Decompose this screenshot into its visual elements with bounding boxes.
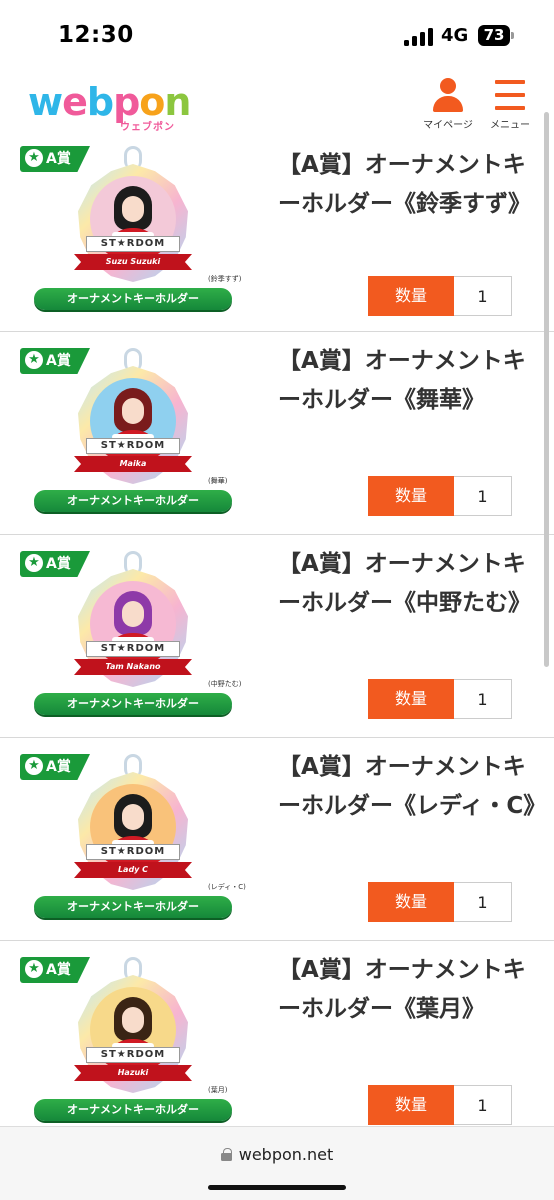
quantity-input[interactable]: [454, 276, 512, 316]
product-title[interactable]: 【A賞】オーナメントキーホルダー《中野たむ》: [278, 545, 540, 623]
quantity-input[interactable]: [454, 476, 512, 516]
star-icon: ★: [25, 351, 43, 369]
webpon-logo[interactable]: webpon: [28, 82, 191, 122]
product-title[interactable]: 【A賞】オーナメントキーホルダー《鈴季すず》: [278, 146, 540, 224]
battery-icon: 73: [478, 25, 510, 46]
quantity-input[interactable]: [454, 679, 512, 719]
product-type-pill: オーナメントキーホルダー: [34, 490, 232, 512]
image-caption: (鈴季すず): [208, 275, 242, 283]
name-ribbon: Tam Nakano: [74, 659, 192, 675]
prize-badge: ★ A賞: [20, 551, 90, 577]
quantity-control: 数量: [368, 276, 512, 316]
image-caption: (中野たむ): [208, 680, 242, 688]
product-item: ★ A賞 ST★RDOM Hazuki (葉月) オーナメントキーホルダー 【A賞…: [0, 941, 554, 1144]
signal-icon: [404, 28, 434, 46]
quantity-label: 数量: [368, 476, 454, 516]
product-type-pill: オーナメントキーホルダー: [34, 693, 232, 715]
stardom-logo: ST★RDOM: [86, 844, 180, 860]
star-icon: ★: [25, 149, 43, 167]
image-caption: (舞華): [208, 477, 228, 485]
product-title[interactable]: 【A賞】オーナメントキーホルダー《葉月》: [278, 951, 540, 1029]
stardom-logo: ST★RDOM: [86, 236, 180, 252]
mypage-button[interactable]: マイページ: [418, 78, 478, 131]
image-caption: (葉月): [208, 1086, 228, 1094]
quantity-label: 数量: [368, 679, 454, 719]
lock-icon: [220, 1148, 232, 1161]
user-icon: [431, 78, 465, 112]
product-image[interactable]: ★ A賞 ST★RDOM Lady C (レディ・C) オーナメントキーホルダー: [20, 754, 246, 924]
clock: 12:30: [58, 22, 134, 48]
star-icon: ★: [25, 757, 43, 775]
product-item: ★ A賞 ST★RDOM Tam Nakano (中野たむ) オーナメントキーホル…: [0, 535, 554, 738]
product-image[interactable]: ★ A賞 ST★RDOM Maika (舞華) オーナメントキーホルダー: [20, 348, 242, 518]
menu-label: メニュー: [490, 120, 530, 131]
url-text: webpon.net: [238, 1145, 334, 1164]
address-bar[interactable]: webpon.net: [0, 1126, 554, 1200]
product-title[interactable]: 【A賞】オーナメントキーホルダー《舞華》: [278, 342, 540, 420]
product-title[interactable]: 【A賞】オーナメントキーホルダー《レディ・C》: [278, 748, 546, 826]
hamburger-icon: [495, 78, 525, 112]
stardom-logo: ST★RDOM: [86, 641, 180, 657]
prize-badge: ★ A賞: [20, 146, 90, 172]
name-ribbon: Suzu Suzuki: [74, 254, 192, 270]
product-item: ★ A賞 ST★RDOM Suzu Suzuki (鈴季すず) オーナメントキーホ…: [0, 142, 554, 332]
stardom-logo: ST★RDOM: [86, 438, 180, 454]
product-item: ★ A賞 ST★RDOM Lady C (レディ・C) オーナメントキーホルダー …: [0, 738, 554, 941]
image-caption: (レディ・C): [208, 883, 246, 891]
scrollbar[interactable]: [544, 112, 549, 667]
quantity-control: 数量: [368, 882, 512, 922]
home-indicator[interactable]: [208, 1185, 346, 1190]
product-type-pill: オーナメントキーホルダー: [34, 1099, 232, 1121]
quantity-control: 数量: [368, 1085, 512, 1125]
prize-badge: ★ A賞: [20, 348, 90, 374]
name-ribbon: Hazuki: [74, 1065, 192, 1081]
quantity-label: 数量: [368, 1085, 454, 1125]
network-type: 4G: [441, 25, 469, 46]
product-item: ★ A賞 ST★RDOM Maika (舞華) オーナメントキーホルダー 【A賞】…: [0, 332, 554, 535]
prize-badge: ★ A賞: [20, 754, 90, 780]
battery-tip: [511, 32, 514, 39]
prize-badge: ★ A賞: [20, 957, 90, 983]
star-icon: ★: [25, 554, 43, 572]
site-header: webpon ウェブポン マイページ メニュー: [0, 72, 554, 142]
stardom-logo: ST★RDOM: [86, 1047, 180, 1063]
quantity-label: 数量: [368, 882, 454, 922]
name-ribbon: Maika: [74, 456, 192, 472]
name-ribbon: Lady C: [74, 862, 192, 878]
quantity-control: 数量: [368, 679, 512, 719]
quantity-input[interactable]: [454, 1085, 512, 1125]
mypage-label: マイページ: [423, 120, 473, 131]
quantity-label: 数量: [368, 276, 454, 316]
menu-button[interactable]: メニュー: [480, 78, 540, 131]
product-image[interactable]: ★ A賞 ST★RDOM Suzu Suzuki (鈴季すず) オーナメントキーホ…: [20, 146, 242, 316]
product-type-pill: オーナメントキーホルダー: [34, 896, 232, 918]
product-list: ★ A賞 ST★RDOM Suzu Suzuki (鈴季すず) オーナメントキーホ…: [0, 142, 554, 1144]
product-type-pill: オーナメントキーホルダー: [34, 288, 232, 310]
url-display[interactable]: webpon.net: [0, 1145, 554, 1164]
product-image[interactable]: ★ A賞 ST★RDOM Hazuki (葉月) オーナメントキーホルダー: [20, 957, 242, 1127]
logo-subtitle: ウェブポン: [120, 122, 175, 133]
quantity-input[interactable]: [454, 882, 512, 922]
quantity-control: 数量: [368, 476, 512, 516]
star-icon: ★: [25, 960, 43, 978]
status-bar: 12:30 4G 73: [0, 0, 554, 72]
product-image[interactable]: ★ A賞 ST★RDOM Tam Nakano (中野たむ) オーナメントキーホル…: [20, 551, 242, 721]
